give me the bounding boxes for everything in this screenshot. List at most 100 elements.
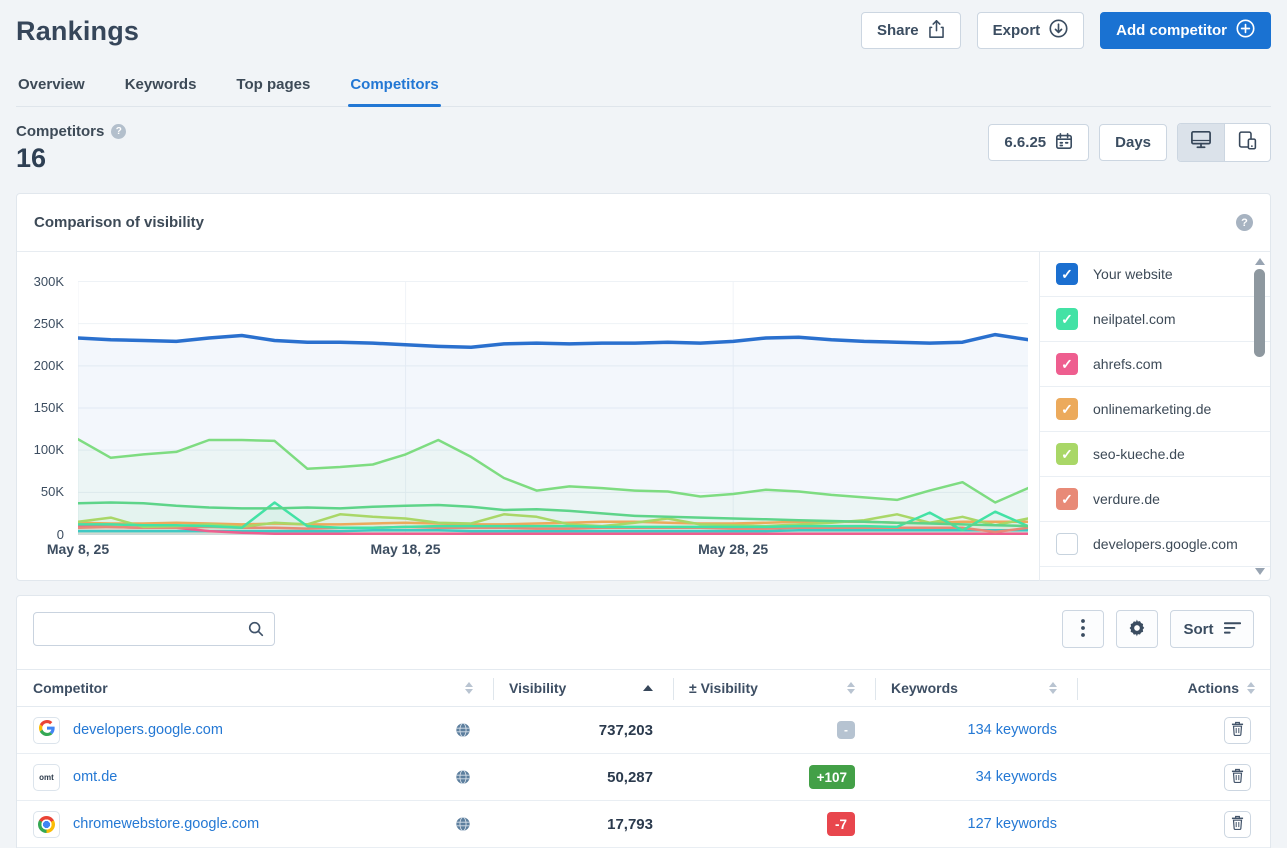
export-button-label: Export: [993, 22, 1041, 39]
competitor-cell: omtomt.de: [17, 764, 493, 791]
tab-bar: Overview Keywords Top pages Competitors: [16, 70, 1271, 107]
checked-checkbox-icon[interactable]: ✓: [1056, 263, 1078, 285]
column-header-keywords[interactable]: Keywords: [875, 670, 1077, 706]
keywords-cell: 127 keywords: [875, 815, 1077, 833]
legend-item[interactable]: ✓ Your website: [1040, 252, 1270, 297]
competitors-count-label: Competitors: [16, 123, 104, 140]
download-circle-icon: [1049, 19, 1068, 42]
legend-item[interactable]: ✓ onlinemarketing.de: [1040, 387, 1270, 432]
legend-item-label: ahrefs.com: [1093, 356, 1162, 372]
globe-icon[interactable]: [455, 816, 471, 832]
chart-controls: 6.6.25 Days: [988, 123, 1271, 162]
trash-icon: [1231, 768, 1244, 786]
y-axis-tick: 0: [17, 527, 64, 542]
gear-icon: [1127, 618, 1147, 641]
tab-competitors[interactable]: Competitors: [348, 70, 440, 106]
change-badge: -: [837, 721, 855, 739]
tab-keywords[interactable]: Keywords: [123, 70, 199, 106]
actions-cell: [1077, 811, 1270, 838]
legend-item[interactable]: ✓ verdure.de: [1040, 477, 1270, 522]
tab-top-pages[interactable]: Top pages: [234, 70, 312, 106]
page-header: Rankings Share Export Add comp: [16, 12, 1271, 60]
globe-icon[interactable]: [455, 769, 471, 785]
visibility-change-cell: +107: [673, 765, 875, 789]
sort-button[interactable]: Sort: [1170, 610, 1254, 648]
search-box: [33, 612, 275, 646]
keywords-cell: 134 keywords: [875, 721, 1077, 739]
checked-checkbox-icon[interactable]: ✓: [1056, 488, 1078, 510]
kebab-menu-icon: [1081, 619, 1085, 640]
scroll-up-icon[interactable]: [1255, 258, 1265, 265]
sort-toggle-icon[interactable]: [465, 682, 473, 694]
more-options-button[interactable]: [1062, 610, 1104, 648]
column-header-competitor[interactable]: Competitor: [17, 670, 493, 706]
table-header-row: CompetitorVisibility± VisibilityKeywords…: [17, 669, 1270, 707]
legend-items: ✓Your website✓neilpatel.com✓ahrefs.com✓o…: [1040, 252, 1270, 567]
visibility-line-chart[interactable]: [78, 281, 1028, 535]
tab-overview[interactable]: Overview: [16, 70, 87, 106]
sort-toggle-icon[interactable]: [1247, 682, 1255, 694]
y-axis-tick: 250K: [17, 316, 64, 331]
legend-item-label: Your website: [1093, 266, 1173, 282]
unchecked-checkbox-icon[interactable]: [1056, 533, 1078, 555]
export-button[interactable]: Export: [977, 12, 1085, 49]
search-input[interactable]: [33, 612, 275, 646]
globe-icon[interactable]: [455, 722, 471, 738]
competitors-table-card: Sort CompetitorVisibility± VisibilityKey…: [16, 595, 1271, 848]
device-toggle-desktop[interactable]: [1178, 124, 1224, 161]
granularity-button[interactable]: Days: [1099, 124, 1167, 161]
trash-icon: [1231, 721, 1244, 739]
legend-item[interactable]: developers.google.com: [1040, 522, 1270, 567]
keywords-link[interactable]: 34 keywords: [976, 769, 1057, 785]
legend-scrollbar[interactable]: [1253, 255, 1267, 578]
date-picker-button[interactable]: 6.6.25: [988, 124, 1089, 161]
visibility-value: 17,793: [493, 816, 673, 833]
sort-toggle-icon[interactable]: [1049, 682, 1057, 694]
keywords-link[interactable]: 134 keywords: [968, 722, 1057, 738]
actions-cell: [1077, 717, 1270, 744]
y-axis-tick: 200K: [17, 358, 64, 373]
x-axis-tick: May 18, 25: [351, 541, 461, 557]
legend-item[interactable]: ✓neilpatel.com: [1040, 297, 1270, 342]
scrollbar-thumb[interactable]: [1254, 269, 1265, 357]
share-button-label: Share: [877, 22, 919, 39]
legend-item[interactable]: ✓ ahrefs.com: [1040, 342, 1270, 387]
summary-section: Competitors ? 16 6.6.25 Days: [16, 123, 1271, 181]
legend-item-label: onlinemarketing.de: [1093, 401, 1211, 417]
help-icon[interactable]: ?: [111, 124, 126, 139]
add-competitor-button[interactable]: Add competitor: [1100, 12, 1271, 49]
table-toolbar: Sort: [17, 596, 1270, 669]
sort-ascending-icon[interactable]: [643, 685, 653, 691]
device-toggle-mobile[interactable]: [1224, 124, 1270, 161]
help-icon[interactable]: ?: [1236, 214, 1253, 231]
checked-checkbox-icon[interactable]: ✓: [1056, 353, 1078, 375]
google-favicon-icon: [39, 720, 55, 741]
checked-checkbox-icon[interactable]: ✓: [1056, 443, 1078, 465]
sort-toggle-icon[interactable]: [847, 682, 855, 694]
legend-item-label: verdure.de: [1093, 491, 1160, 507]
table-body: developers.google.com737,203-134 keyword…: [17, 707, 1270, 848]
delete-competitor-button[interactable]: [1224, 811, 1251, 838]
y-axis-tick: 150K: [17, 400, 64, 415]
delete-competitor-button[interactable]: [1224, 717, 1251, 744]
competitor-domain-link[interactable]: developers.google.com: [73, 722, 223, 738]
scroll-down-icon[interactable]: [1255, 568, 1265, 575]
y-axis-tick: 100K: [17, 442, 64, 457]
delete-competitor-button[interactable]: [1224, 764, 1251, 791]
column-header-visibility[interactable]: ± Visibility: [673, 670, 875, 706]
visibility-value: 50,287: [493, 769, 673, 786]
column-header-actions[interactable]: Actions: [1077, 670, 1270, 706]
share-button[interactable]: Share: [861, 12, 961, 49]
checked-checkbox-icon[interactable]: ✓: [1056, 398, 1078, 420]
competitor-domain-link[interactable]: chromewebstore.google.com: [73, 816, 259, 832]
competitor-domain-link[interactable]: omt.de: [73, 769, 117, 785]
x-axis-tick: May 28, 25: [678, 541, 788, 557]
actions-cell: [1077, 764, 1270, 791]
column-header-visibility[interactable]: Visibility: [493, 670, 673, 706]
checked-checkbox-icon[interactable]: ✓: [1056, 308, 1078, 330]
keywords-link[interactable]: 127 keywords: [968, 816, 1057, 832]
date-picker-value: 6.6.25: [1004, 134, 1046, 151]
chart-card-header: Comparison of visibility ?: [17, 194, 1270, 251]
legend-item[interactable]: ✓seo-kueche.de: [1040, 432, 1270, 477]
settings-button[interactable]: [1116, 610, 1158, 648]
